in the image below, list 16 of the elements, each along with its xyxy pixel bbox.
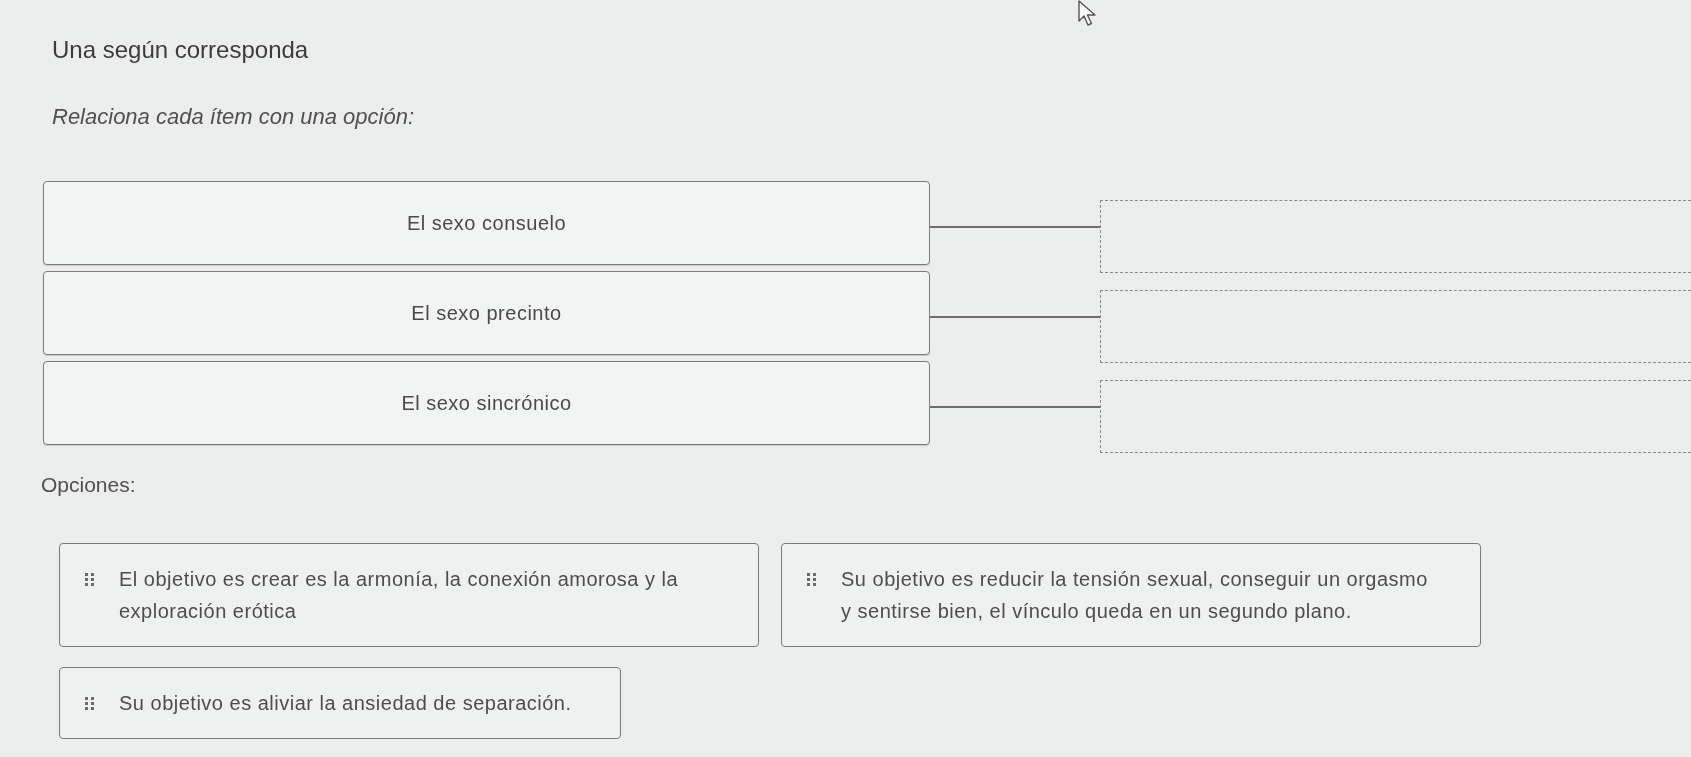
instruction-text: Relaciona cada ítem con una opción: (51, 103, 414, 131)
item-card: El sexo sincrónico (43, 361, 930, 445)
mouse-pointer-icon (1078, 0, 1098, 26)
drop-zone[interactable] (1100, 290, 1691, 363)
item-card: El sexo precinto (43, 271, 930, 355)
drag-handle-icon (85, 573, 94, 586)
item-card: El sexo consuelo (43, 181, 930, 265)
option-card[interactable]: Su objetivo es aliviar la ansiedad de separación. (59, 667, 621, 739)
options-heading: Opciones: (41, 472, 136, 498)
question-title: Una según corresponda (51, 35, 309, 65)
option-card[interactable]: El objetivo es crear es la armonía, la conexión amorosa y la exploración erótica (59, 543, 759, 647)
option-card[interactable]: Su objetivo es reducir la tensión sexual, conseguir un orgasmo y sentirse bien, el vínculo queda en un segundo plano. (781, 543, 1481, 647)
drag-handle-icon (807, 573, 816, 586)
drop-zone[interactable] (1100, 200, 1691, 273)
drop-zone[interactable] (1100, 380, 1691, 453)
drag-handle-icon (85, 697, 94, 710)
